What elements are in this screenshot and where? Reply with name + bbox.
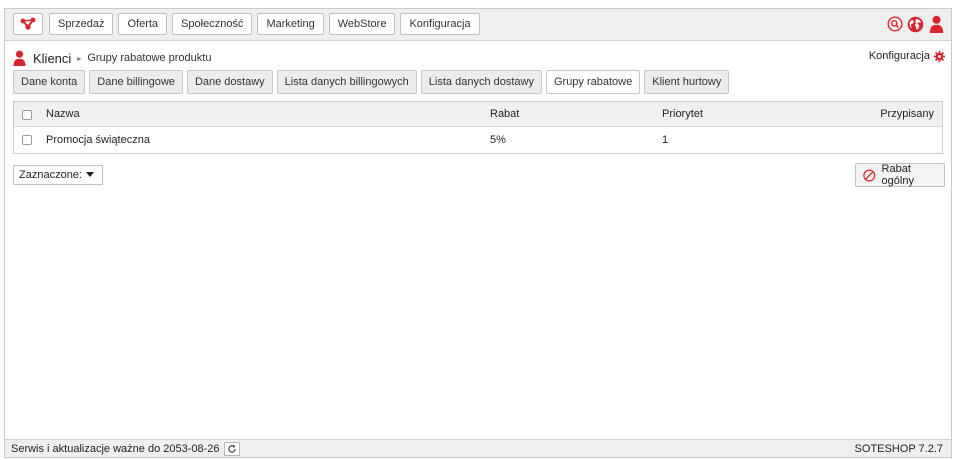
tab-grupy-rabatowe[interactable]: Grupy rabatowe bbox=[545, 70, 641, 94]
breadcrumb-separator: ▸ bbox=[77, 53, 82, 63]
home-logo-button[interactable] bbox=[13, 13, 43, 35]
row-priorytet: 1 bbox=[662, 134, 669, 146]
cancel-circle-icon bbox=[863, 168, 876, 182]
sote-logo-icon bbox=[20, 17, 36, 30]
chevron-down-icon bbox=[86, 172, 94, 177]
search-icon[interactable] bbox=[886, 15, 903, 33]
row-checkbox[interactable] bbox=[22, 135, 32, 145]
select-all-checkbox[interactable] bbox=[22, 110, 32, 120]
row-rabat: 5% bbox=[490, 134, 506, 146]
service-status: Serwis i aktualizacje ważne do 2053-08-2… bbox=[11, 440, 240, 457]
breadcrumb: Klienci ▸ Grupy rabatowe produktu bbox=[13, 48, 211, 68]
tab-klient-hurtowy[interactable]: Klient hurtowy bbox=[644, 70, 730, 94]
nav-konfiguracja[interactable]: Konfiguracja bbox=[400, 13, 480, 35]
tab-lista-danych-billingowych[interactable]: Lista danych billingowych bbox=[276, 70, 417, 94]
header-rabat[interactable]: Rabat bbox=[490, 102, 519, 126]
main-menu: Sprzedaż Oferta Społeczność Marketing We… bbox=[49, 13, 480, 35]
app-frame: Sprzedaż Oferta Społeczność Marketing We… bbox=[4, 8, 952, 458]
top-navigation-bar: Sprzedaż Oferta Społeczność Marketing We… bbox=[5, 9, 951, 41]
selected-actions-dropdown[interactable]: Zaznaczone: bbox=[13, 165, 103, 185]
refresh-button[interactable] bbox=[223, 441, 240, 456]
header-przypisany[interactable]: Przypisany bbox=[880, 102, 934, 126]
nav-webstore[interactable]: WebStore bbox=[328, 13, 396, 35]
top-right-icons bbox=[886, 15, 945, 33]
status-footer: Serwis i aktualizacje ważne do 2053-08-2… bbox=[5, 439, 951, 457]
general-discount-label: Rabat ogólny bbox=[881, 163, 914, 187]
tab-dane-konta[interactable]: Dane konta bbox=[13, 70, 86, 94]
version-label: SOTESHOP 7.2.7 bbox=[854, 442, 943, 455]
customer-icon bbox=[13, 50, 27, 66]
tab-dane-billingowe[interactable]: Dane billingowe bbox=[89, 70, 183, 94]
configuration-link[interactable]: Konfiguracja bbox=[869, 50, 945, 62]
row-name[interactable]: Promocja świąteczna bbox=[46, 127, 150, 153]
breadcrumb-current: Grupy rabatowe produktu bbox=[87, 52, 212, 64]
nav-marketing[interactable]: Marketing bbox=[257, 13, 324, 35]
nav-oferta[interactable]: Oferta bbox=[118, 13, 168, 35]
header-nazwa[interactable]: Nazwa bbox=[46, 102, 80, 126]
nav-spolecznosc[interactable]: Społeczność bbox=[172, 13, 253, 35]
nav-sprzedaz[interactable]: Sprzedaż bbox=[49, 13, 114, 35]
customer-tabs: Dane konta Dane billingowe Dane dostawy … bbox=[13, 70, 730, 94]
user-icon[interactable] bbox=[928, 15, 945, 33]
breadcrumb-root[interactable]: Klienci bbox=[33, 51, 71, 66]
service-validity-text: Serwis i aktualizacje ważne do 2053-08-2… bbox=[11, 442, 220, 455]
header-priorytet[interactable]: Priorytet bbox=[662, 102, 703, 126]
general-discount-button[interactable]: Rabat ogólny bbox=[855, 163, 945, 187]
tab-lista-danych-dostawy[interactable]: Lista danych dostawy bbox=[420, 70, 542, 94]
selected-actions-label: Zaznaczone: bbox=[19, 169, 82, 181]
table-row[interactable]: Promocja świąteczna 5% 1 bbox=[14, 127, 942, 153]
gear-icon bbox=[934, 50, 945, 62]
tab-dane-dostawy[interactable]: Dane dostawy bbox=[186, 70, 273, 94]
configuration-label: Konfiguracja bbox=[868, 50, 930, 62]
globe-icon[interactable] bbox=[907, 15, 924, 33]
refresh-icon bbox=[227, 444, 236, 453]
table-header: Nazwa Rabat Priorytet Przypisany bbox=[14, 102, 942, 127]
discount-groups-table: Nazwa Rabat Priorytet Przypisany Promocj… bbox=[13, 101, 943, 154]
